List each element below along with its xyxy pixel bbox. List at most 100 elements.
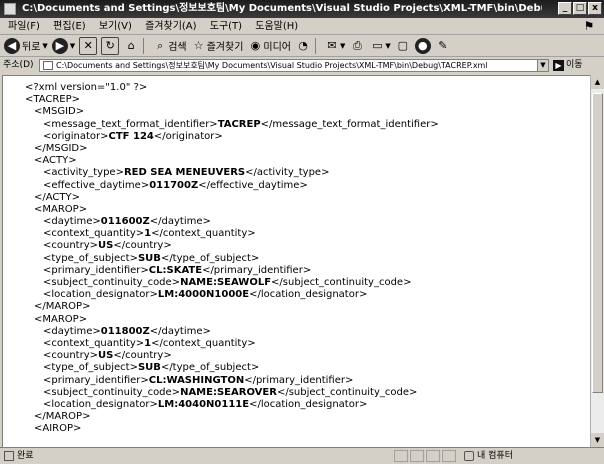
mail-icon: ✉: [327, 38, 337, 52]
discuss-button[interactable]: ▢: [395, 36, 411, 56]
address-bar: 주소(D) C:\Documents and Settings\정보보호팀\My…: [0, 57, 604, 73]
xml-line: <primary_identifier>CL:SKATE</primary_id…: [3, 265, 589, 277]
xml-tag-close: </effective_daytime>: [198, 179, 308, 191]
back-button[interactable]: ◀ 뒤로 ▼: [4, 36, 48, 56]
messenger-icon: ●: [414, 37, 431, 54]
minimize-button[interactable]: _: [558, 2, 572, 15]
scroll-up-button[interactable]: ▲: [591, 75, 604, 89]
xml-tag-open: <?xml version="1.0" ?>: [25, 82, 148, 93]
print-button[interactable]: ⎙: [349, 36, 365, 56]
menu-bar: 파일(F) 편집(E) 보기(V) 즐겨찾기(A) 도구(T) 도움말(H) ⚑: [0, 18, 604, 35]
xml-tag-open: <subject_continuity_code>: [43, 277, 181, 288]
edit-icon: ▭: [372, 38, 383, 52]
history-button[interactable]: ◔: [295, 36, 311, 56]
history-icon: ◔: [298, 38, 308, 52]
toolbar-separator: [143, 37, 145, 54]
menu-file[interactable]: 파일(F): [8, 21, 40, 32]
vertical-scrollbar[interactable]: ▲ ▼: [590, 75, 604, 447]
xml-value: LM:4040N0111E: [157, 398, 250, 410]
address-value: C:\Documents and Settings\정보보호팀\My Docum…: [56, 60, 488, 70]
refresh-button[interactable]: ↻: [101, 36, 120, 56]
scroll-thumb[interactable]: [592, 93, 603, 393]
media-icon: ◉: [250, 38, 261, 52]
scroll-down-button[interactable]: ▼: [591, 433, 604, 447]
home-button[interactable]: ⌂: [123, 36, 139, 56]
address-dropdown[interactable]: ▼: [537, 59, 548, 71]
xml-tag-close: </originator>: [153, 130, 223, 142]
forward-button[interactable]: ▶ ▼: [51, 36, 75, 56]
xml-tag-close: </type_of_subject>: [160, 362, 260, 374]
xml-value: CL:WASHINGTON: [148, 374, 245, 386]
xml-value: CL:SKATE: [148, 264, 203, 276]
xml-line: <effective_daytime>011700Z</effective_da…: [3, 180, 589, 192]
xml-line: <activity_type>RED SEA MENEUVERS</activi…: [3, 167, 589, 179]
go-button[interactable]: ▶ 이동: [553, 57, 583, 73]
xml-tag-close: </context_quantity>: [151, 228, 256, 240]
back-arrow-icon: ◀: [4, 37, 20, 54]
edit-button[interactable]: ▭ ▼: [369, 36, 391, 56]
research-button[interactable]: ✎: [435, 36, 451, 56]
xml-tag-open: <effective_daytime>: [43, 179, 150, 191]
status-cell: [410, 449, 424, 462]
xml-tag-close: </daytime>: [149, 325, 211, 337]
xml-tag-open: <originator>: [43, 130, 109, 142]
xml-value: CTF 124: [108, 130, 154, 142]
xml-tag-close: </subject_continuity_code>: [271, 277, 412, 288]
menu-edit[interactable]: 편집(E): [53, 21, 86, 32]
xml-tag-open: <country>: [43, 350, 98, 362]
zone-label: 내 컴퓨터: [477, 450, 513, 461]
maximize-button[interactable]: □: [573, 2, 587, 15]
close-button[interactable]: x: [588, 2, 602, 15]
xml-tag-open: <TACREP>: [25, 94, 81, 106]
xml-tag-close: </primary_identifier>: [202, 264, 312, 276]
xml-value: SUB: [137, 362, 161, 374]
search-button[interactable]: ⌕ 검색: [152, 36, 187, 56]
xml-tag-close: </location_designator>: [249, 289, 368, 301]
xml-value: US: [98, 350, 114, 362]
xml-tag-open: <primary_identifier>: [43, 374, 149, 386]
xml-value: LM:4000N1000E: [157, 289, 250, 301]
xml-tag-open: <location_designator>: [43, 398, 158, 410]
favorites-button[interactable]: ☆ 즐겨찾기: [191, 36, 244, 56]
xml-value: RED SEA MENEUVERS: [123, 167, 246, 179]
address-input[interactable]: C:\Documents and Settings\정보보호팀\My Docum…: [39, 58, 549, 72]
media-button[interactable]: ◉ 미디어: [247, 36, 291, 56]
menu-tools[interactable]: 도구(T): [210, 21, 242, 32]
xml-line: <daytime>011800Z</daytime>: [3, 326, 589, 338]
search-icon: ⌕: [157, 38, 164, 52]
window-title: C:\Documents and Settings\정보보호팀\My Docum…: [22, 3, 542, 14]
xml-tag-close: </country>: [113, 350, 172, 362]
discuss-icon: ▢: [397, 38, 408, 52]
status-text: 완료: [17, 450, 34, 461]
windows-logo-icon: ⚑: [583, 19, 595, 33]
xml-line: <type_of_subject>SUB</type_of_subject>: [3, 253, 589, 265]
menu-view[interactable]: 보기(V): [99, 21, 132, 32]
xml-tag-close: </primary_identifier>: [244, 374, 354, 386]
stop-button[interactable]: ✕: [79, 36, 98, 56]
xml-document: <?xml version="1.0" ?> <TACREP> <MSGID> <me…: [3, 82, 589, 435]
xml-line: <ACTY>: [3, 155, 589, 167]
messenger-button[interactable]: ●: [414, 36, 431, 56]
media-label: 미디어: [263, 42, 292, 53]
xml-line: </MAROP>: [3, 411, 589, 423]
menu-help[interactable]: 도움말(H): [255, 21, 298, 32]
xml-tag-open: <context_quantity>: [43, 337, 145, 349]
xml-tag-close: </context_quantity>: [151, 337, 256, 349]
xml-document-view[interactable]: <?xml version="1.0" ?> <TACREP> <MSGID> <me…: [2, 75, 590, 447]
research-icon: ✎: [438, 38, 448, 52]
chevron-down-icon: ▼: [385, 41, 391, 50]
search-label: 검색: [168, 42, 187, 53]
xml-line: </MSGID>: [3, 143, 589, 155]
xml-line: </ACTY>: [3, 192, 589, 204]
menu-favorites[interactable]: 즐겨찾기(A): [145, 21, 196, 32]
favorites-label: 즐겨찾기: [206, 42, 244, 53]
status-bar: 완료 내 컴퓨터: [0, 447, 604, 463]
xml-line: <context_quantity>1</context_quantity>: [3, 338, 589, 350]
page-icon: [43, 60, 53, 70]
xml-line: </MAROP>: [3, 301, 589, 313]
ie-app-icon[interactable]: [4, 3, 16, 15]
go-label: 이동: [566, 60, 583, 70]
address-label: 주소(D): [3, 60, 34, 70]
mail-button[interactable]: ✉ ▼: [324, 36, 345, 56]
status-area: 완료: [4, 448, 394, 464]
